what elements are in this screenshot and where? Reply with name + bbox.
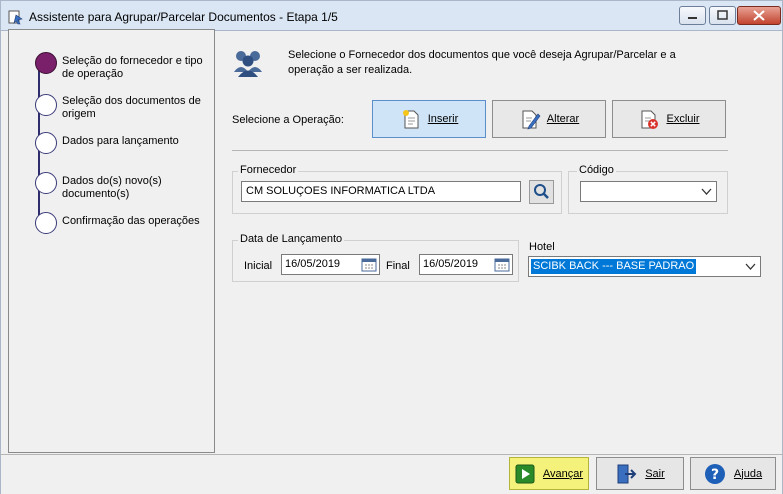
help-label: Ajuda [733, 467, 763, 480]
delete-label: Excluir [666, 113, 700, 125]
step-indicator-1 [35, 52, 57, 74]
footer-separator [0, 454, 783, 455]
minimize-button[interactable] [679, 6, 706, 25]
window-title: Assistente para Agrupar/Parcelar Documen… [29, 10, 338, 24]
next-label: Avançar [542, 467, 584, 480]
end-date-input[interactable]: 16/05/2019 [419, 254, 513, 275]
start-date-label: Inicial [244, 260, 273, 272]
calendar-icon[interactable] [494, 257, 510, 272]
step-label-1: Seleção do fornecedor e tipo de operação [62, 55, 203, 80]
step-indicator-5 [35, 212, 57, 234]
exit-door-icon [617, 464, 637, 483]
step-label-3: Dados para lançamento [62, 135, 179, 147]
chevron-down-icon [745, 263, 756, 270]
exit-label: Sair [645, 467, 665, 480]
help-button[interactable]: ? Ajuda [690, 457, 776, 490]
hotel-label: Hotel [529, 241, 555, 253]
step-label-5: Confirmação das operações [62, 215, 200, 227]
supplier-input[interactable]: CM SOLUÇOES INFORMATICA LTDA [241, 181, 521, 202]
close-icon [753, 10, 765, 21]
minimize-icon [688, 17, 697, 19]
supplier-label: Fornecedor [238, 164, 299, 176]
edit-button[interactable]: Alterar [492, 100, 606, 138]
close-button[interactable] [737, 6, 781, 25]
start-date-input[interactable]: 16/05/2019 [281, 254, 380, 275]
svg-text:?: ? [711, 467, 719, 483]
new-document-icon [402, 110, 419, 129]
delete-button[interactable]: Excluir [612, 100, 726, 138]
maximize-icon [717, 10, 728, 20]
insert-button[interactable]: Inserir [372, 100, 486, 138]
step-indicator-4 [35, 172, 57, 194]
insert-label: Inserir [427, 113, 459, 125]
exit-button[interactable]: Sair [596, 457, 684, 490]
code-select[interactable] [580, 181, 717, 202]
end-date-value: 16/05/2019 [423, 258, 479, 270]
end-date-label: Final [386, 260, 410, 272]
code-label: Código [577, 164, 616, 176]
delete-document-icon [641, 110, 659, 129]
next-button[interactable]: Avançar [509, 457, 589, 490]
hotel-select[interactable]: SCIBK BACK --- BASE PADRAO [528, 256, 761, 277]
app-icon [8, 10, 23, 25]
step-indicator-3 [35, 132, 57, 154]
step-indicator-2 [35, 94, 57, 116]
users-icon [234, 51, 262, 77]
supplier-search-button[interactable] [529, 180, 554, 204]
instruction-text: Selecione o Fornecedor dos documentos qu… [288, 49, 676, 76]
start-date-value: 16/05/2019 [285, 258, 341, 270]
hotel-value: SCIBK BACK --- BASE PADRAO [531, 259, 697, 274]
code-value [583, 184, 587, 199]
help-icon: ? [704, 463, 725, 484]
step-label-4: Dados do(s) novo(s) documento(s) [62, 175, 162, 200]
separator [232, 150, 728, 151]
calendar-icon[interactable] [361, 257, 377, 272]
edit-document-icon [522, 110, 541, 130]
play-icon [515, 464, 535, 483]
chevron-down-icon [701, 188, 712, 195]
title-bar: Assistente para Agrupar/Parcelar Documen… [0, 0, 783, 31]
edit-label: Alterar [546, 113, 580, 125]
step-label-2: Seleção dos documentos de origem [62, 95, 201, 120]
maximize-button[interactable] [709, 6, 736, 25]
launch-date-label: Data de Lançamento [238, 233, 345, 245]
search-icon [534, 184, 549, 199]
operation-label: Selecione a Operação: [232, 114, 344, 126]
